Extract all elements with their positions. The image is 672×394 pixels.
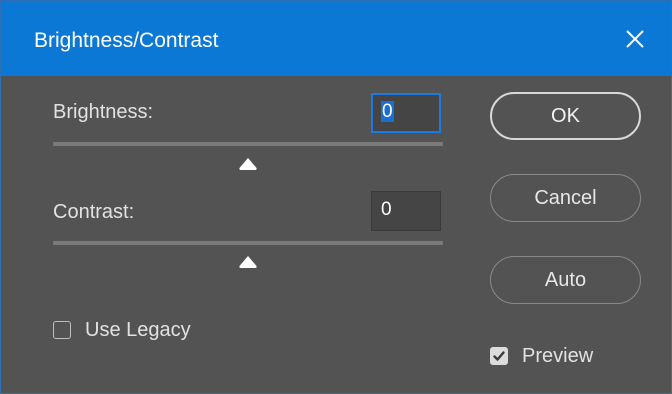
contrast-input[interactable]: 0: [371, 191, 441, 231]
contrast-label: Contrast:: [53, 201, 135, 223]
triangle-thumb-icon: [239, 158, 257, 170]
brightness-value: 0: [381, 101, 394, 122]
close-button[interactable]: [621, 25, 649, 53]
brightness-contrast-dialog: Brightness/Contrast Brightness: 0 Contra…: [0, 0, 672, 394]
cancel-button[interactable]: Cancel: [490, 174, 641, 222]
brightness-slider-track[interactable]: [53, 142, 443, 146]
use-legacy-option[interactable]: Use Legacy: [53, 318, 191, 342]
triangle-thumb-icon: [239, 256, 257, 268]
brightness-input[interactable]: 0: [371, 93, 441, 133]
use-legacy-checkbox[interactable]: [53, 321, 71, 339]
dialog-title: Brightness/Contrast: [34, 29, 219, 52]
preview-option[interactable]: Preview: [490, 344, 593, 368]
close-icon: [626, 30, 644, 48]
brightness-slider-thumb[interactable]: [238, 157, 258, 171]
title-bar[interactable]: Brightness/Contrast: [1, 1, 671, 76]
contrast-value: 0: [381, 199, 392, 220]
preview-label: Preview: [522, 345, 594, 367]
brightness-label: Brightness:: [53, 101, 154, 123]
auto-button[interactable]: Auto: [490, 256, 641, 304]
contrast-slider-thumb[interactable]: [238, 255, 258, 269]
contrast-slider-track[interactable]: [53, 241, 443, 245]
use-legacy-label: Use Legacy: [85, 319, 191, 341]
ok-button[interactable]: OK: [490, 92, 641, 140]
preview-checkbox[interactable]: [490, 347, 508, 365]
checkmark-icon: [493, 351, 505, 361]
